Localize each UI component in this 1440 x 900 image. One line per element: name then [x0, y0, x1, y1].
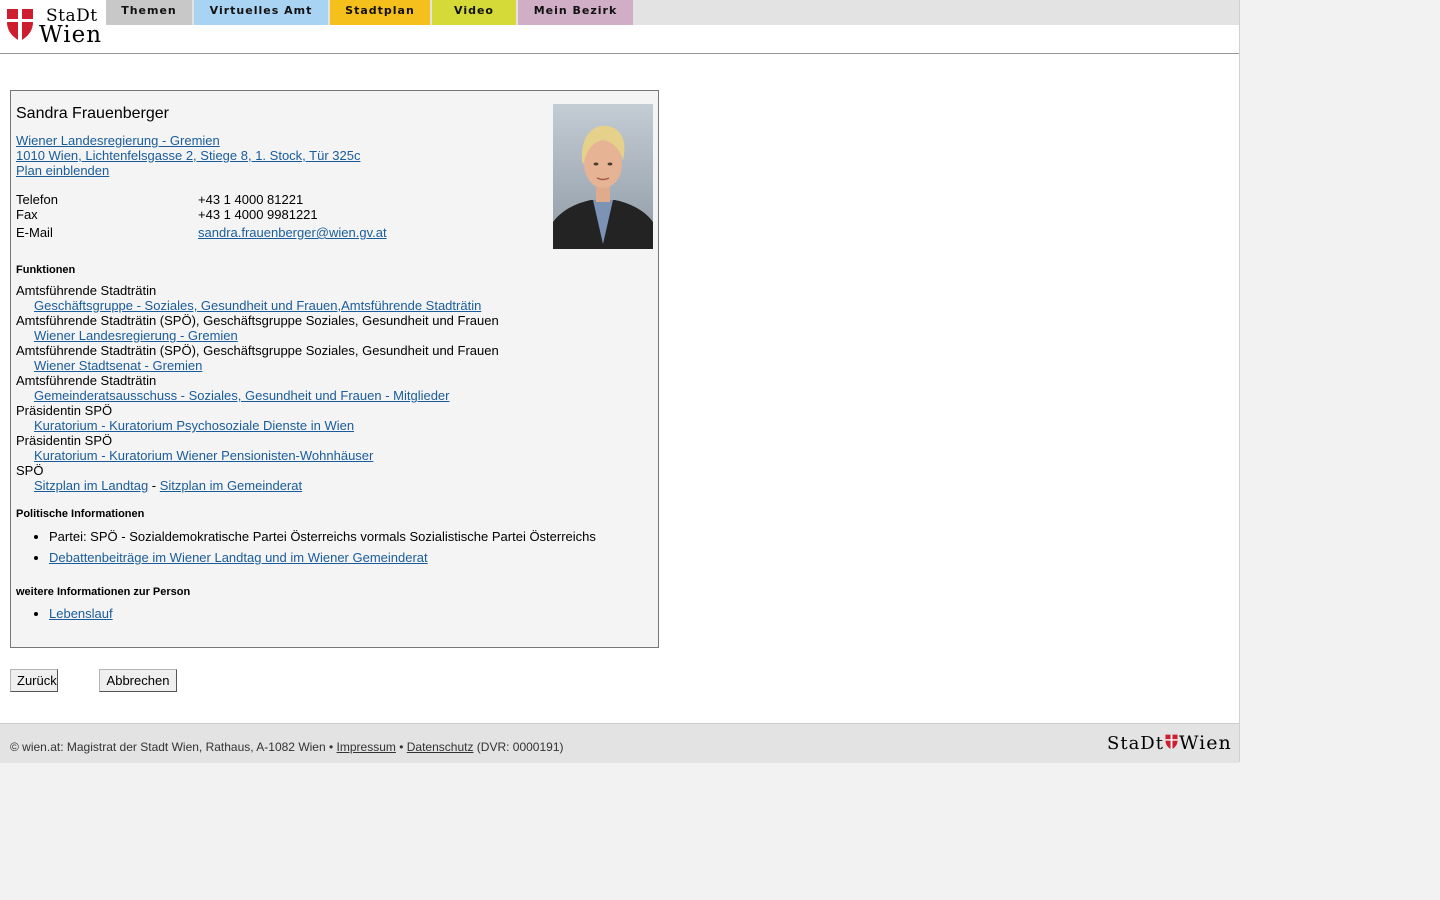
list-item: Lebenslauf [49, 606, 113, 621]
site-footer: © wien.at: Magistrat der Stadt Wien, Rat… [0, 723, 1239, 763]
function-title: Präsidentin SPÖ [16, 403, 113, 418]
list-item: Partei: SPÖ - Sozialdemokratische Partei… [49, 529, 596, 544]
person-name: Sandra Frauenberger [16, 105, 169, 122]
function-title: Amtsführende Stadträtin [16, 373, 157, 388]
stadt-wien-logo[interactable]: StaDt Wien [6, 6, 103, 48]
function-link[interactable]: Kuratorium - Kuratorium Psychosoziale Di… [34, 418, 354, 433]
footer-shield-icon [1165, 734, 1178, 750]
tab-themen[interactable]: Themen [106, 0, 192, 25]
tab-video[interactable]: Video [432, 0, 516, 25]
main-nav: Themen Virtuelles Amt Stadtplan Video Me… [106, 0, 1239, 25]
fax-value: +43 1 4000 9981221 [198, 207, 318, 222]
function-link[interactable]: Kuratorium - Kuratorium Wiener Pensionis… [34, 448, 373, 463]
function-link[interactable]: Gemeinderatsausschuss - Soziales, Gesund… [34, 388, 450, 403]
political-info-heading: Politische Informationen [16, 508, 145, 520]
tab-mein-bezirk[interactable]: Mein Bezirk [518, 0, 633, 25]
back-button[interactable]: Zurück [10, 669, 58, 692]
cv-link[interactable]: Lebenslauf [49, 606, 113, 621]
tab-stadtplan[interactable]: Stadtplan [330, 0, 430, 25]
phone-value: +43 1 4000 81221 [198, 192, 304, 207]
page: StaDt Wien Themen Virtuelles Amt Stadtpl… [0, 0, 1240, 763]
logo-word-wien: Wien [39, 22, 103, 48]
seating-plan-gemeinderat-link[interactable]: Sitzplan im Gemeinderat [160, 478, 302, 493]
phone-label: Telefon [16, 192, 58, 207]
functions-heading: Funktionen [16, 264, 76, 276]
footer-logo-wien: Wien [1178, 732, 1232, 754]
footer-separator: • [395, 740, 407, 754]
person-address: Wiener Landesregierung - Gremien 1010 Wi… [16, 133, 360, 178]
show-map-link[interactable]: Plan einblenden [16, 163, 109, 178]
function-title: Amtsführende Stadträtin [16, 283, 157, 298]
person-card: Sandra Frauenberger Wiener Landesregieru… [10, 90, 659, 648]
seating-plan-landtag-link[interactable]: Sitzplan im Landtag [34, 478, 148, 493]
fax-label: Fax [16, 207, 38, 222]
more-info-list: Lebenslauf [16, 606, 113, 621]
person-photo [553, 104, 653, 249]
function-title: Amtsführende Stadträtin (SPÖ), Geschäfts… [16, 313, 499, 328]
more-info-heading: weitere Informationen zur Person [16, 586, 191, 598]
list-item: Debattenbeiträge im Wiener Landtag und i… [49, 550, 596, 565]
footer-text: © wien.at: Magistrat der Stadt Wien, Rat… [10, 740, 564, 754]
political-info-list: Partei: SPÖ - Sozialdemokratische Partei… [16, 529, 596, 565]
debate-contributions-link[interactable]: Debattenbeiträge im Wiener Landtag und i… [49, 550, 428, 565]
footer-logo-stadt: StaDt [1107, 733, 1164, 754]
address-link[interactable]: 1010 Wien, Lichtenfelsgasse 2, Stiege 8,… [16, 148, 360, 163]
function-title: Präsidentin SPÖ [16, 433, 113, 448]
function-title: Amtsführende Stadträtin (SPÖ), Geschäfts… [16, 343, 499, 358]
privacy-link[interactable]: Datenschutz [407, 740, 474, 754]
email-label: E-Mail [16, 225, 53, 240]
functions-list: Amtsführende Stadträtin Geschäftsgruppe … [16, 283, 646, 493]
copyright-text: © wien.at: Magistrat der Stadt Wien, Rat… [10, 740, 337, 754]
email-link[interactable]: sandra.frauenberger@wien.gv.at [198, 225, 387, 240]
org-link[interactable]: Wiener Landesregierung - Gremien [16, 133, 220, 148]
function-link[interactable]: Geschäftsgruppe - Soziales, Gesundheit u… [34, 298, 481, 313]
function-link[interactable]: Wiener Landesregierung - Gremien [34, 328, 238, 343]
impressum-link[interactable]: Impressum [337, 740, 396, 754]
cancel-button[interactable]: Abbrechen [99, 669, 177, 692]
party-info-text: Partei: SPÖ - Sozialdemokratische Partei… [49, 529, 596, 544]
function-link[interactable]: Wiener Stadtsenat - Gremien [34, 358, 202, 373]
party-title: SPÖ [16, 463, 44, 478]
tab-virtuelles-amt[interactable]: Virtuelles Amt [194, 0, 328, 25]
wien-shield-icon [7, 9, 33, 41]
footer-stadt-wien-logo[interactable]: StaDt Wien [1107, 732, 1232, 754]
dvr-text: (DVR: 0000191) [473, 740, 564, 754]
party-link-separator: - [148, 478, 160, 493]
site-header: StaDt Wien Themen Virtuelles Amt Stadtpl… [0, 0, 1239, 54]
